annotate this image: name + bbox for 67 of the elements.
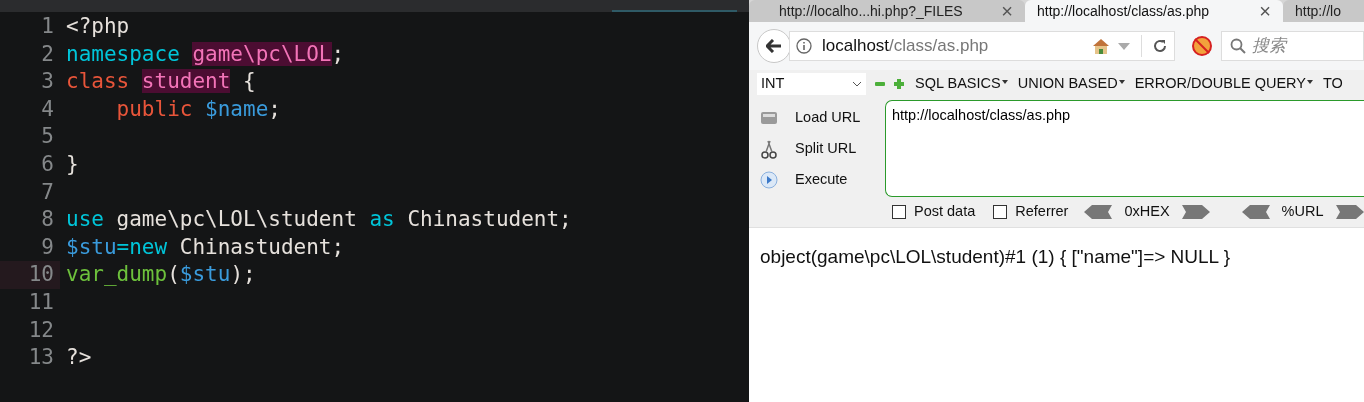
checkbox[interactable]: [892, 205, 906, 219]
checkbox[interactable]: [993, 205, 1008, 219]
code-line: <?php: [66, 13, 130, 41]
code-line: }: [66, 151, 79, 178]
code-line: namespace game\pc\LOL;: [66, 40, 345, 68]
reload-icon[interactable]: [1152, 38, 1168, 54]
scissors-icon[interactable]: [759, 138, 779, 159]
encoder-label: 0xHEX: [1124, 202, 1170, 222]
line-number: 8: [40, 206, 55, 234]
caret-icon: [1118, 80, 1125, 85]
hackbar-action-button[interactable]: Execute: [795, 168, 848, 191]
url-path: /class/as.php: [889, 35, 989, 58]
browser-tab[interactable]: http://lo: [1283, 0, 1364, 22]
hackbar-menu[interactable]: UNION BASED: [1017, 73, 1125, 95]
hackbar-menu[interactable]: TO: [1323, 73, 1343, 95]
play-icon[interactable]: [759, 169, 779, 190]
injection-type-select[interactable]: INT: [757, 73, 866, 95]
hackbar-menu[interactable]: ERROR/DOUBLE QUERY: [1134, 73, 1313, 95]
line-number: 1: [40, 13, 55, 41]
line-number: 7: [40, 178, 55, 206]
blocked-addon-icon[interactable]: [1191, 35, 1213, 57]
url-textarea[interactable]: http://localhost/class/as.php: [885, 100, 1364, 197]
minus-icon[interactable]: [874, 80, 886, 88]
chevron-icon: [852, 81, 862, 87]
line-number: 3: [40, 68, 55, 96]
line-number: 10: [0, 261, 60, 289]
code-line: ?>: [66, 344, 92, 372]
code-line: public $name;: [115, 95, 281, 123]
code-line: class student {: [66, 68, 256, 96]
left-arrow-icon[interactable]: [1241, 205, 1270, 219]
home-icon[interactable]: [1091, 37, 1111, 55]
browser-tab[interactable]: http://localhost/class/as.php ×: [1025, 0, 1283, 22]
left-arrow-icon[interactable]: [1084, 205, 1113, 219]
url-host: localhost: [822, 35, 890, 58]
checkbox-label: Referrer: [1015, 202, 1069, 222]
line-number: 9: [40, 233, 55, 261]
checkbox-label: Post data: [914, 202, 976, 222]
line-number: 4: [40, 95, 55, 123]
back-arrow-icon: [766, 39, 782, 53]
line-number: 11: [27, 289, 55, 316]
caret-icon: [1307, 80, 1313, 85]
browser-tab[interactable]: http://localho...hi.php?_FILES ×: [749, 0, 1025, 22]
info-icon: [796, 38, 812, 54]
plus-icon[interactable]: [893, 78, 905, 90]
code-line: use game\pc\LOL\student as Chinastudent;: [66, 206, 572, 234]
hackbar-action-button[interactable]: Load URL: [795, 106, 861, 129]
close-icon[interactable]: ×: [1001, 1, 1013, 21]
hackbar-menu[interactable]: SQL BASICS: [915, 73, 1008, 95]
line-number: 2: [40, 40, 55, 68]
line-number: 5: [40, 123, 55, 151]
right-arrow-icon[interactable]: [1335, 205, 1364, 219]
search-icon: [1230, 38, 1246, 54]
right-arrow-icon[interactable]: [1181, 205, 1210, 219]
dropdown-caret-icon[interactable]: [1117, 41, 1131, 51]
code-line: $stu=new Chinastudent;: [66, 233, 345, 261]
line-number: 13: [27, 344, 55, 372]
code-line: var_dump($stu);: [66, 261, 256, 289]
hackbar-action-button[interactable]: Split URL: [795, 137, 857, 160]
address-bar[interactable]: localhost/class/as.php: [789, 31, 1175, 61]
close-icon[interactable]: ×: [1259, 1, 1271, 21]
back-button[interactable]: [757, 29, 791, 63]
line-number: 6: [40, 151, 55, 178]
caret-icon: [1001, 80, 1008, 85]
line-number: 12: [27, 316, 55, 344]
var-dump-output: object(game\pc\LOL\student)#1 (1) { ["name"]=> NULL }: [760, 246, 1231, 267]
search-field[interactable]: 搜索: [1221, 31, 1364, 61]
encoder-label: %URL: [1281, 202, 1324, 222]
